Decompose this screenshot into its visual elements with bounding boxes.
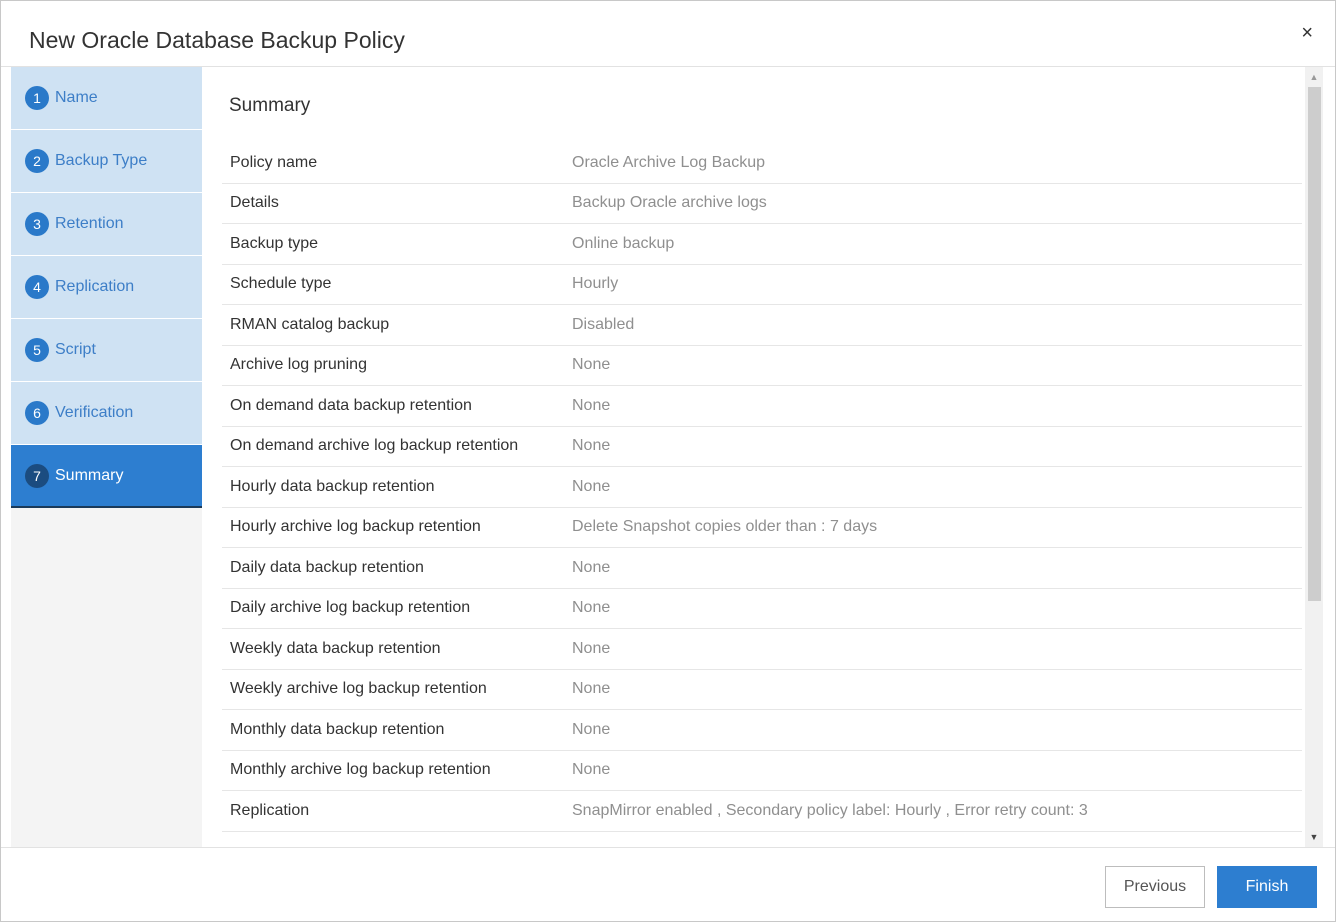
row-label: Daily data backup retention <box>230 558 424 576</box>
summary-row-weekly-archive: Weekly archive log backup retention None <box>222 670 1302 710</box>
row-value: None <box>572 639 611 657</box>
row-value: None <box>572 558 611 576</box>
row-value: None <box>572 356 611 374</box>
dialog-titlebar: New Oracle Database Backup Policy × <box>1 1 1335 67</box>
row-value: None <box>572 680 611 698</box>
summary-row-schedule-type: Schedule type Hourly <box>222 265 1302 305</box>
row-label: On demand archive log backup retention <box>230 437 519 455</box>
row-value: None <box>572 720 611 738</box>
wizard-steps-sidebar: 1 Name 2 Backup Type 3 Retention 4 Repli… <box>11 67 202 847</box>
summary-row-archive-log-pruning: Archive log pruning None <box>222 346 1302 386</box>
row-label: Details <box>230 194 279 212</box>
step-replication[interactable]: 4 Replication <box>11 256 202 319</box>
summary-row-daily-data: Daily data backup retention None <box>222 548 1302 589</box>
row-value: Backup Oracle archive logs <box>572 194 767 212</box>
summary-panel: Summary Policy name Oracle Archive Log B… <box>202 67 1311 847</box>
scroll-down-arrow-icon[interactable]: ▼ <box>1305 829 1323 845</box>
row-label: Daily archive log backup retention <box>230 599 471 617</box>
row-value: Online backup <box>572 234 675 252</box>
step-name[interactable]: 1 Name <box>11 67 202 130</box>
step-number-badge: 5 <box>25 338 49 362</box>
step-label: Backup Type <box>55 152 148 169</box>
scroll-up-arrow-icon[interactable]: ▲ <box>1305 69 1323 85</box>
summary-row-monthly-archive: Monthly archive log backup retention Non… <box>222 751 1302 791</box>
row-value: SnapMirror enabled , Secondary policy la… <box>572 801 1088 819</box>
scroll-thumb[interactable] <box>1308 87 1321 601</box>
step-label: Verification <box>55 404 134 421</box>
summary-row-daily-archive: Daily archive log backup retention None <box>222 589 1302 629</box>
row-label: Schedule type <box>230 275 332 293</box>
summary-row-on-demand-data: On demand data backup retention None <box>222 386 1302 427</box>
row-value: None <box>572 437 611 455</box>
row-value: None <box>572 599 611 617</box>
row-value: Disabled <box>572 315 635 333</box>
row-label: Hourly data backup retention <box>230 477 435 495</box>
dialog-title: New Oracle Database Backup Policy <box>29 27 405 53</box>
dialog-footer: Previous Finish <box>1 847 1335 923</box>
summary-row-hourly-data: Hourly data backup retention None <box>222 467 1302 508</box>
summary-row-backup-type: Backup type Online backup <box>222 224 1302 265</box>
step-retention[interactable]: 3 Retention <box>11 193 202 256</box>
row-value: Delete Snapshot copies older than : 7 da… <box>572 518 878 536</box>
section-title: Summary <box>229 95 311 116</box>
step-label: Summary <box>55 466 124 484</box>
row-value: None <box>572 761 611 779</box>
row-label: Archive log pruning <box>230 356 367 374</box>
row-label: RMAN catalog backup <box>230 315 390 333</box>
step-label: Name <box>55 89 98 106</box>
step-number-badge: 6 <box>25 401 49 425</box>
summary-row-details: Details Backup Oracle archive logs <box>222 184 1302 224</box>
summary-row-hourly-archive: Hourly archive log backup retention Dele… <box>222 508 1302 548</box>
step-label: Script <box>55 341 96 358</box>
summary-row-monthly-data: Monthly data backup retention None <box>222 710 1302 751</box>
summary-row-on-demand-archive: On demand archive log backup retention N… <box>222 427 1302 467</box>
row-label: Monthly data backup retention <box>230 720 445 738</box>
summary-row-rman-catalog: RMAN catalog backup Disabled <box>222 305 1302 346</box>
finish-button[interactable]: Finish <box>1217 866 1317 908</box>
row-label: Replication <box>230 801 310 819</box>
row-label: Backup type <box>230 234 319 252</box>
close-icon[interactable]: × <box>1301 23 1313 43</box>
summary-row-policy-name: Policy name Oracle Archive Log Backup <box>222 143 1302 184</box>
step-summary[interactable]: 7 Summary <box>11 445 202 508</box>
previous-button[interactable]: Previous <box>1105 866 1205 908</box>
row-value: Hourly <box>572 275 619 293</box>
step-number-badge: 4 <box>25 275 49 299</box>
step-number-badge: 7 <box>25 463 49 488</box>
vertical-scrollbar[interactable]: ▲ ▼ <box>1305 67 1323 847</box>
step-backup-type[interactable]: 2 Backup Type <box>11 130 202 193</box>
step-label: Retention <box>55 215 124 232</box>
step-script[interactable]: 5 Script <box>11 319 202 382</box>
row-label: Weekly archive log backup retention <box>230 680 487 698</box>
row-label: Policy name <box>230 153 318 171</box>
row-label: Monthly archive log backup retention <box>230 761 491 779</box>
row-value: None <box>572 477 611 495</box>
summary-row-replication: Replication SnapMirror enabled , Seconda… <box>222 791 1302 832</box>
row-label: Hourly archive log backup retention <box>230 518 481 536</box>
backup-policy-dialog: New Oracle Database Backup Policy × 1 Na… <box>0 0 1336 922</box>
step-verification[interactable]: 6 Verification <box>11 382 202 445</box>
row-value: None <box>572 396 611 414</box>
step-number-badge: 3 <box>25 212 49 236</box>
row-label: Weekly data backup retention <box>230 639 441 657</box>
step-label: Replication <box>55 278 135 295</box>
summary-row-weekly-data: Weekly data backup retention None <box>222 629 1302 670</box>
step-number-badge: 1 <box>25 86 49 110</box>
row-value: Oracle Archive Log Backup <box>572 153 765 171</box>
summary-table: Policy name Oracle Archive Log Backup De… <box>222 143 1302 832</box>
step-number-badge: 2 <box>25 149 49 173</box>
row-label: On demand data backup retention <box>230 396 472 414</box>
